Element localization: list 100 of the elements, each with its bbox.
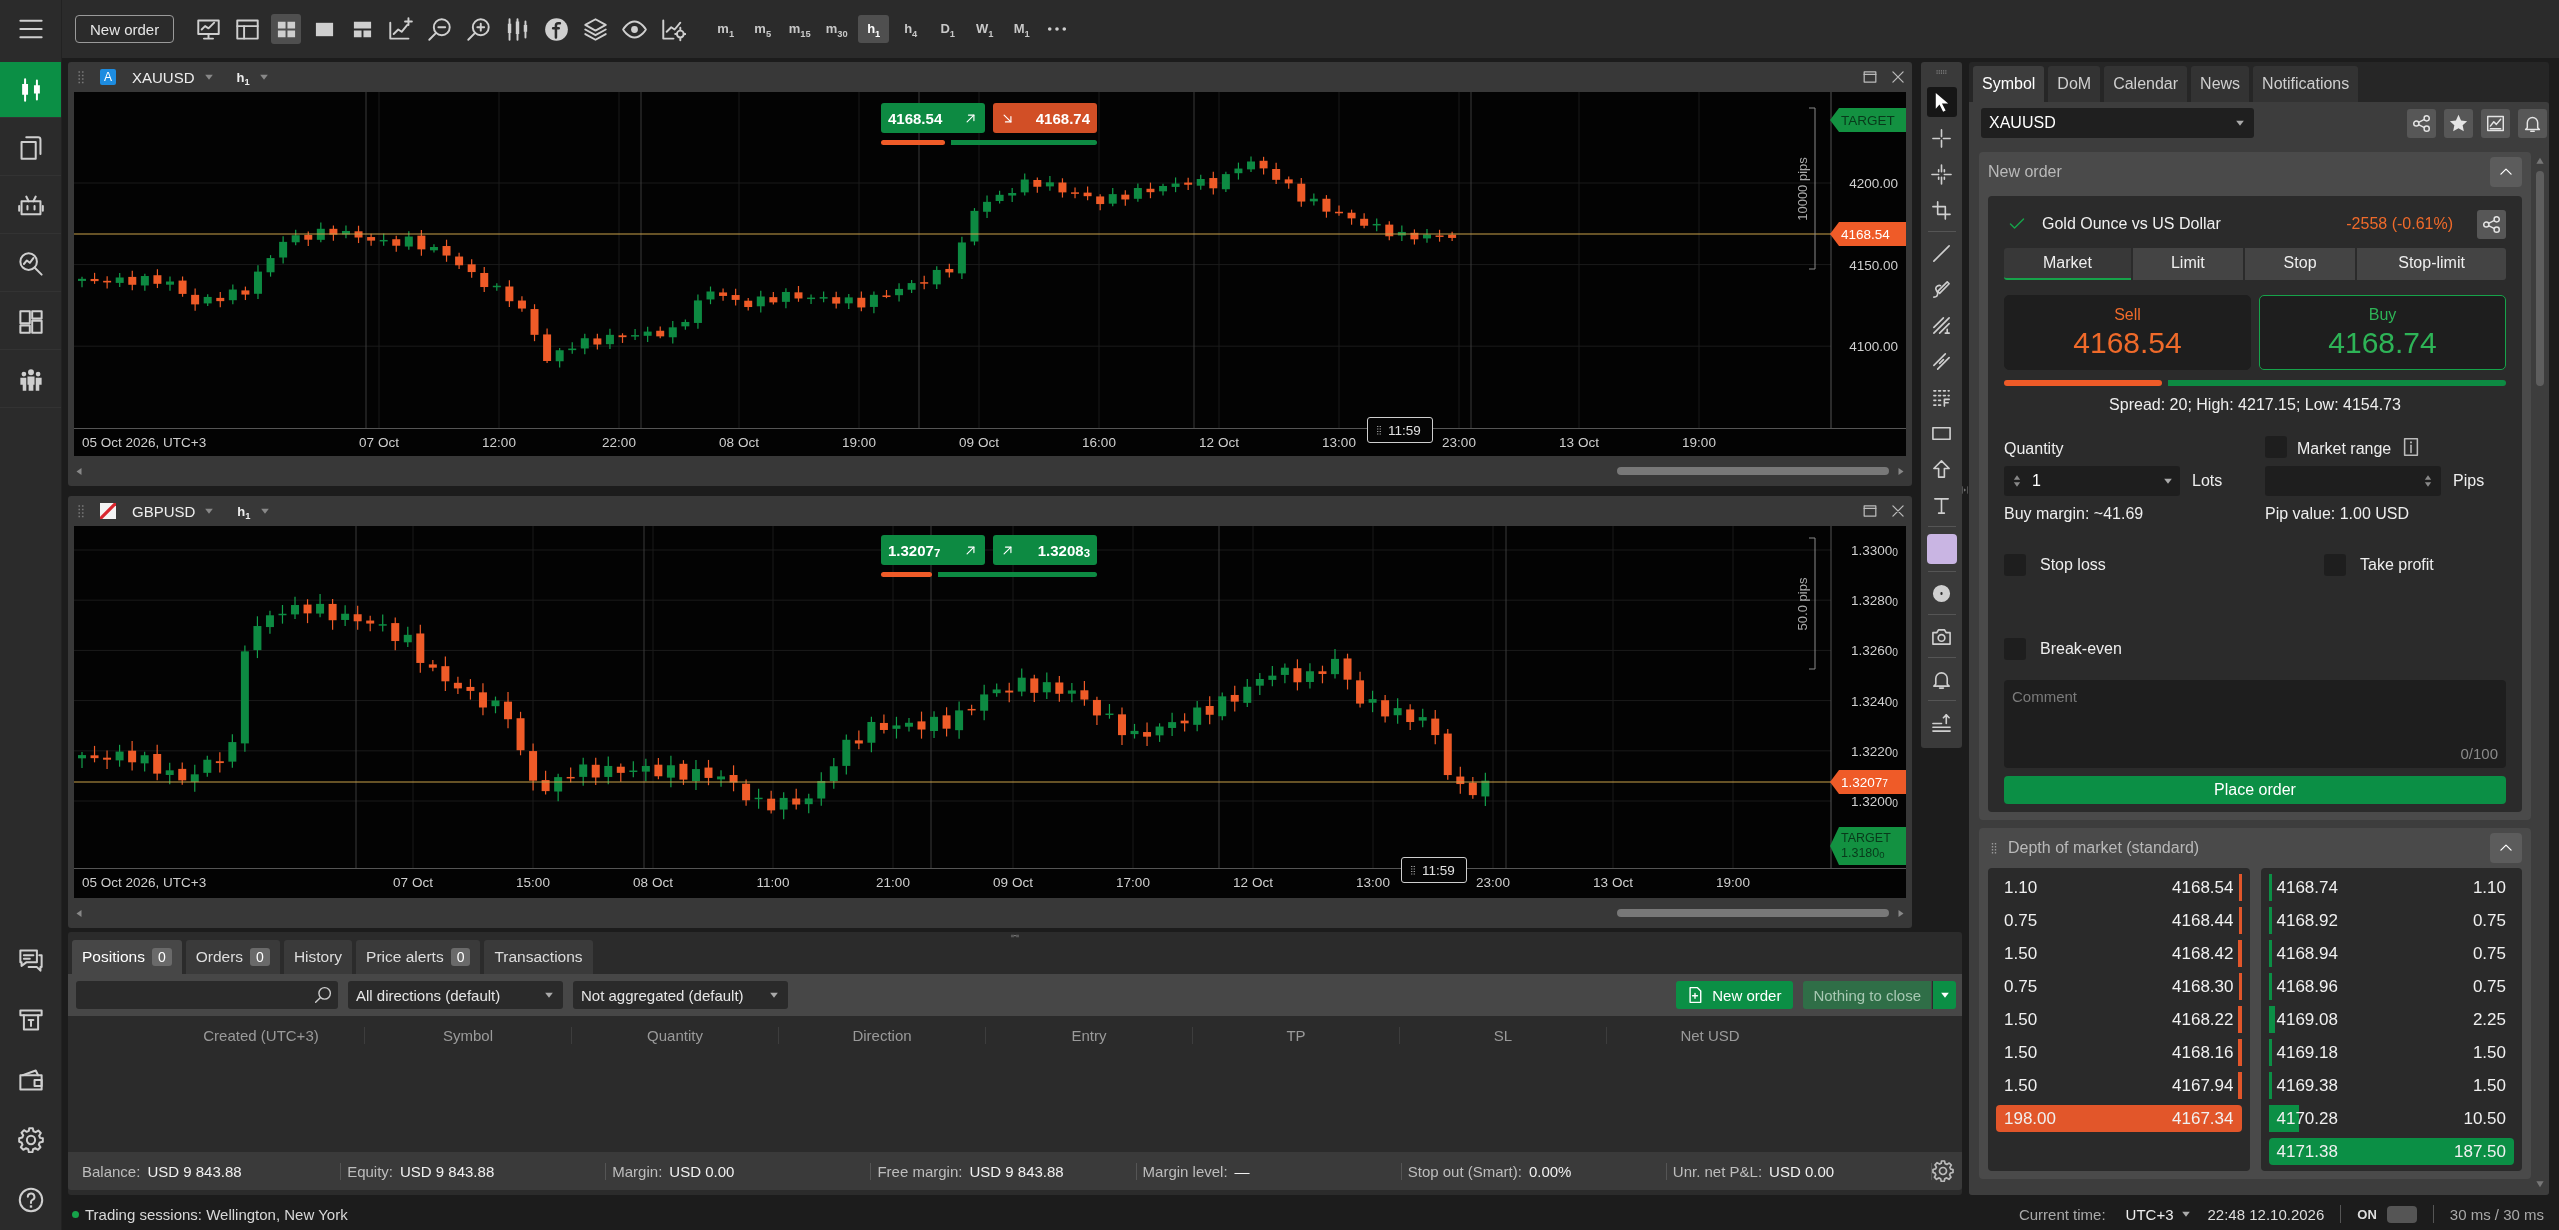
ask-row[interactable]: 4170.28 10.50 [2268,1102,2514,1135]
settings-icon[interactable] [1932,1160,1954,1182]
timeframe-selector[interactable]: h$_{1}$ [237,503,251,519]
order-type-tab[interactable]: Stop [2244,248,2356,280]
aggregation-dropdown[interactable]: Not aggregated (default) [573,981,788,1009]
ask-row[interactable]: 4168.94 0.75 [2268,937,2514,970]
bid-row[interactable]: 1.50 4168.16 [1996,1036,2242,1069]
order-type-tab[interactable]: Limit [2132,248,2243,280]
bell-button[interactable] [2518,108,2547,138]
timezone-dropdown[interactable]: UTC+3 [2125,1205,2192,1223]
panel-tab[interactable]: DoM [2048,66,2101,102]
new-order-button[interactable]: New order [1676,981,1794,1009]
panel-tab[interactable]: Symbol [1973,66,2045,102]
scroll-down-icon[interactable] [2534,1179,2546,1189]
collapse-button[interactable] [2490,157,2522,187]
add-chart-icon[interactable] [388,16,414,42]
column-header[interactable]: SL [1400,1026,1607,1044]
ask-row[interactable]: 4171.38 187.50 [2268,1135,2514,1168]
chat-icon[interactable] [17,947,44,973]
monitor-chart-icon[interactable] [196,16,222,42]
ask-row[interactable]: 4168.96 0.75 [2268,970,2514,1003]
column-header[interactable]: Created (UTC+3) [158,1026,365,1044]
new-order-button[interactable]: New order [75,15,175,43]
lines-arrow-up-icon[interactable] [1931,711,1952,733]
timeframe-button[interactable]: m$_{1}$ [710,15,742,43]
timeframe-selector[interactable]: h$_{1}$ [236,69,250,85]
buy-button[interactable]: Buy 4168.74 [2259,295,2506,370]
timeframe-button[interactable]: m$_{30}$ [821,15,853,43]
share-button[interactable] [2477,209,2506,239]
zoom-in-icon[interactable] [466,16,492,42]
place-order-button[interactable]: Place order [2004,776,2506,804]
column-header[interactable]: TP [1193,1026,1400,1044]
circle-icon[interactable] [1931,582,1952,604]
order-type-tab[interactable]: Market [2004,248,2131,280]
ask-row[interactable]: 4169.08 2.25 [2268,1003,2514,1036]
collapse-button[interactable] [2490,833,2522,863]
bid-row[interactable]: 1.50 4168.22 [1996,1003,2242,1036]
ask-row[interactable]: 4168.74 1.10 [2268,871,2514,904]
timeframe-button[interactable]: D$_{1}$ [932,15,964,43]
symbol-selector[interactable]: XAUUSD [132,68,195,86]
panel-tab[interactable]: Calendar [2104,66,2188,102]
column-header[interactable]: Entry [986,1026,1193,1044]
panel-tab[interactable]: Orders 0 [185,940,280,974]
pips-field[interactable] [2265,466,2441,496]
quantity-field[interactable]: 1 [2004,466,2180,496]
bid-row[interactable]: 0.75 4168.30 [1996,970,2242,1003]
zoom-out-icon[interactable] [427,16,453,42]
scrollbar-thumb[interactable] [2536,171,2544,386]
quote-button[interactable]: 4168.74 [993,103,1097,133]
share-button[interactable] [2407,108,2436,138]
panel-tab[interactable]: Price alerts 0 [356,940,481,974]
star-button[interactable] [2444,108,2473,138]
panel-layout-icon[interactable] [235,16,261,42]
timeframe-button[interactable]: h$_{4}$ [895,15,927,43]
ask-row[interactable]: 4168.92 0.75 [2268,904,2514,937]
sidebar-button[interactable] [0,62,61,118]
close-icon[interactable] [1890,503,1906,519]
panel-tab[interactable]: News [2191,66,2250,102]
help-icon[interactable] [17,1187,44,1213]
layers-icon[interactable] [583,16,609,42]
scrollbar-thumb[interactable] [1617,467,1889,475]
letter-f-circle-icon[interactable] [544,16,570,42]
sell-button[interactable]: Sell 4168.54 [2004,295,2251,370]
scroll-left-icon[interactable] [74,907,85,919]
maximize-icon[interactable] [1862,503,1878,519]
direction-dropdown[interactable]: All directions (default) [348,981,563,1009]
search-icon[interactable] [314,986,332,1004]
atm-icon[interactable] [17,1007,44,1033]
toggle-switch[interactable] [2386,1205,2417,1223]
column-header[interactable]: Quantity [572,1026,779,1044]
timeframe-button[interactable]: m$_{5}$ [747,15,779,43]
panel-tab[interactable]: Positions 0 [72,940,182,974]
ask-row[interactable]: 4169.18 1.50 [2268,1036,2514,1069]
settings-icon[interactable] [17,1127,44,1153]
column-header[interactable]: Symbol [365,1026,572,1044]
scroll-up-icon[interactable] [2534,156,2546,166]
column-header[interactable]: Net USD [1607,1026,1813,1044]
time-cursor-tag[interactable]: 11:59 [1367,417,1433,443]
panel-tab[interactable]: Notifications [2253,66,2359,102]
wallet-icon[interactable] [17,1067,44,1093]
column-header[interactable]: Direction [779,1026,986,1044]
symbol-selector[interactable]: GBPUSD [132,502,196,520]
timeframe-button[interactable]: h$_{1}$ [858,15,890,43]
drawing-tool-button[interactable] [1926,87,1957,117]
order-type-tab[interactable]: Stop-limit [2357,248,2506,280]
close-options-button[interactable] [1932,981,1956,1009]
close-icon[interactable] [1890,69,1906,85]
timeframe-button[interactable]: m$_{15}$ [784,15,816,43]
time-cursor-tag[interactable]: 11:59 [1401,857,1467,883]
bid-row[interactable]: 1.50 4167.94 [1996,1069,2242,1102]
trading-sessions[interactable]: Trading sessions: Wellington, New York [85,1205,348,1223]
quote-button[interactable]: 4168.54 [881,103,985,133]
scrollbar-thumb[interactable] [1617,909,1889,917]
search-field[interactable] [76,981,338,1009]
maximize-icon[interactable] [1862,69,1878,85]
timeframe-button[interactable]: M$_{1}$ [1006,15,1038,43]
chart-button[interactable] [2481,108,2510,138]
timeframe-button[interactable]: W$_{1}$ [969,15,1001,43]
layout-button[interactable] [271,14,302,44]
symbol-dropdown[interactable]: XAUUSD [1981,108,2254,138]
